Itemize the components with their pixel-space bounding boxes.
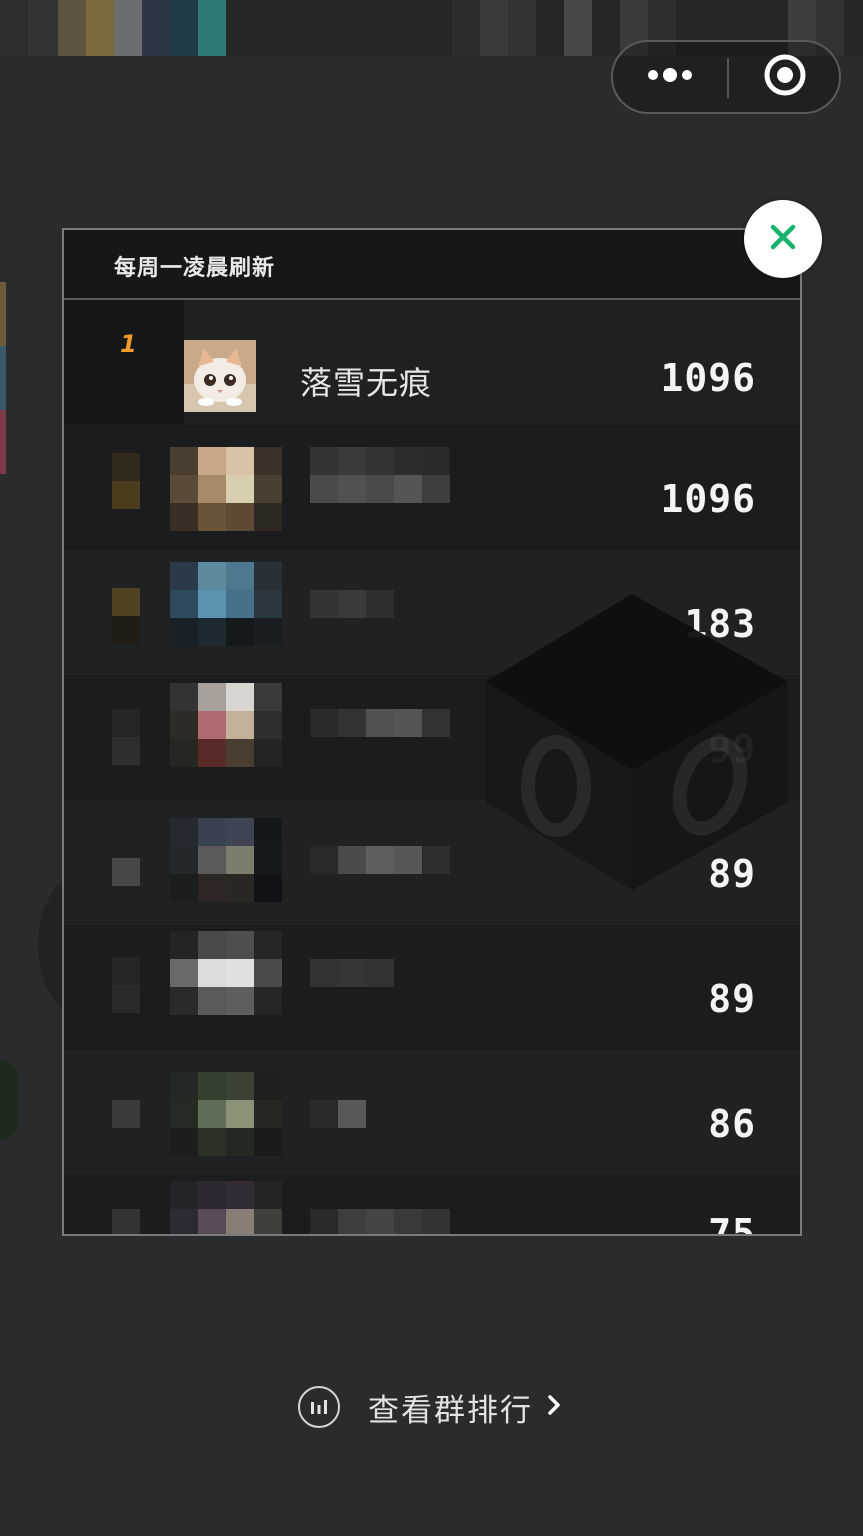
game-ranking-screen: 每周一凌晨刷新 1 落雪无痕 1096 1096 183 99 89 89 86… [0, 0, 863, 1536]
record-circle-icon [763, 53, 807, 101]
ranking-row: 75 [64, 1175, 800, 1236]
more-dots-icon [645, 67, 695, 87]
ranking-row: 89 [64, 925, 800, 1050]
ranking-row: 99 [64, 675, 800, 800]
player-score: 75 [708, 1211, 756, 1236]
chevron-right-icon [547, 1394, 561, 1420]
ranking-row: 89 [64, 800, 800, 925]
player-score: 1096 [660, 477, 756, 521]
background-shape [0, 1060, 18, 1140]
rank-number: 1 [120, 330, 137, 358]
panel-title: 每周一凌晨刷新 [114, 255, 276, 281]
close-button[interactable] [744, 200, 822, 278]
player-score: 1096 [660, 356, 756, 400]
player-score: 86 [708, 1102, 756, 1146]
player-name [310, 846, 450, 874]
avatar [170, 1072, 282, 1156]
ranking-list[interactable]: 1 落雪无痕 1096 1096 183 99 89 89 86 75 [64, 300, 800, 1236]
avatar [170, 818, 282, 902]
avatar [170, 683, 282, 767]
player-score: 183 [684, 602, 756, 646]
player-name [310, 590, 394, 618]
player-score: 99 [708, 727, 756, 771]
bar-chart-circle-icon [298, 1386, 340, 1428]
avatar [170, 562, 282, 646]
mini-program-capsule [611, 40, 841, 114]
ranking-row: 86 [64, 1050, 800, 1175]
player-score: 89 [708, 977, 756, 1021]
close-icon [770, 224, 796, 254]
player-name [310, 447, 450, 475]
avatar [170, 447, 282, 531]
player-name [310, 709, 450, 737]
background-edge [0, 282, 6, 346]
background-edge [0, 410, 6, 474]
player-name [310, 1100, 366, 1128]
player-name [310, 959, 394, 987]
player-name: 落雪无痕 [300, 364, 433, 402]
avatar [170, 931, 282, 1015]
view-group-ranking-label: 查看群排行 [368, 1392, 533, 1429]
ranking-row: 1096 [64, 425, 800, 550]
avatar [184, 340, 256, 412]
player-score: 89 [708, 852, 756, 896]
exit-button[interactable] [729, 42, 841, 112]
avatar [170, 1181, 282, 1234]
ranking-row: 1 落雪无痕 1096 [64, 300, 800, 425]
ranking-row: 183 [64, 550, 800, 675]
ranking-panel: 每周一凌晨刷新 1 落雪无痕 1096 1096 183 99 89 89 86… [62, 228, 802, 1236]
background-edge [0, 346, 6, 410]
player-name [310, 1209, 450, 1234]
view-group-ranking-button[interactable]: 查看群排行 [298, 1384, 561, 1430]
panel-header: 每周一凌晨刷新 [64, 230, 800, 300]
more-button[interactable] [613, 42, 727, 112]
